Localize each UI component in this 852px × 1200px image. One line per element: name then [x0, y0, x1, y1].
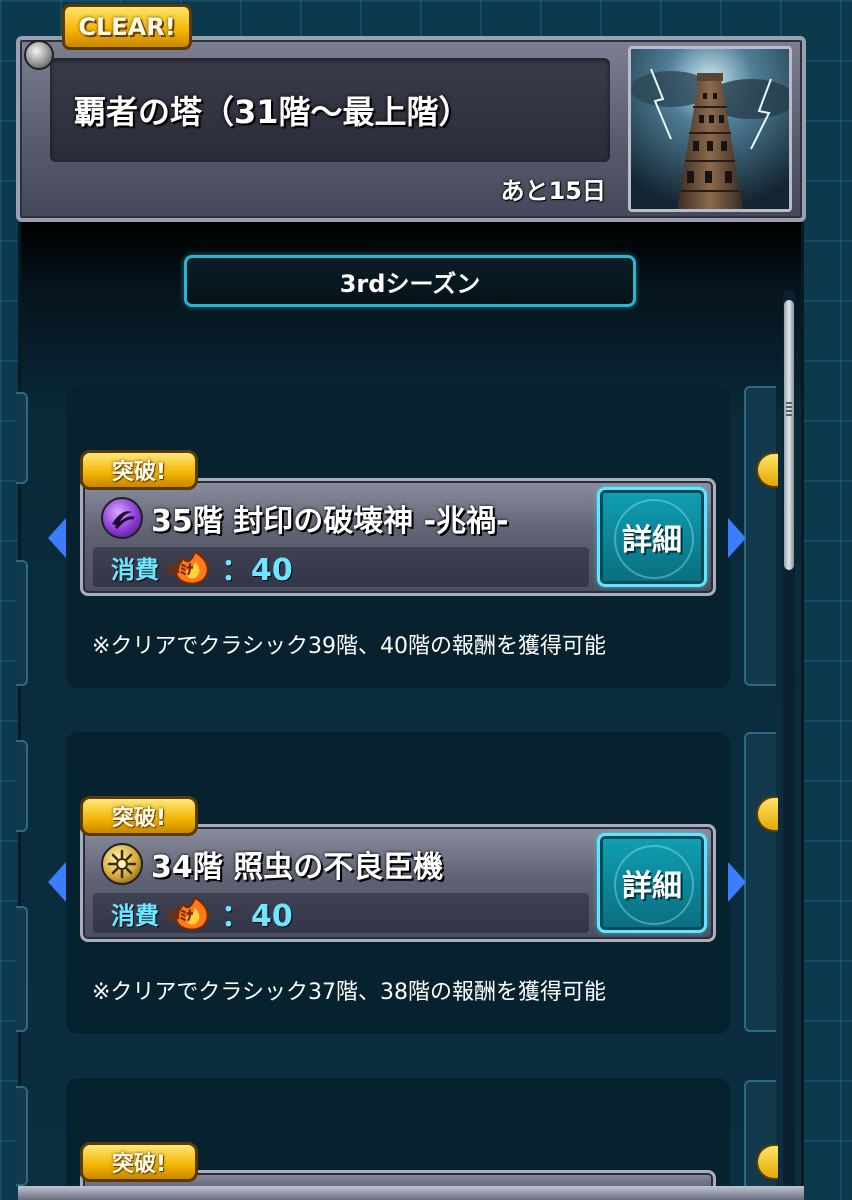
season-label-box: 3rdシーズン [184, 255, 636, 307]
quest-list-panel [18, 222, 804, 1200]
quest-banner[interactable]: 35階 封印の破壊神 -兆禍- 消費 ｽﾀﾐﾅ ：40 詳細 [80, 478, 716, 596]
remaining-days: あと15日 [500, 177, 606, 205]
breakout-badge: 突破! [80, 796, 198, 836]
breakout-badge: 突破! [80, 450, 198, 490]
prev-card-edge [16, 560, 28, 686]
light-element-icon [101, 843, 143, 885]
detail-button[interactable]: 詳細 [597, 487, 707, 587]
stamina-cost-row: 消費 ｽﾀﾐﾅ ：40 [93, 893, 589, 934]
quest-name: 35階 封印の破壊神 -兆禍- [151, 504, 509, 539]
scrollbar-grip-icon [786, 402, 792, 416]
title-box: 覇者の塔（31階～最上階） [50, 58, 610, 162]
reward-note: ※クリアでクラシック37階、38階の報酬を獲得可能 [92, 980, 606, 1005]
stamina-cost-row: 消費 ｽﾀﾐﾅ ：40 [93, 547, 589, 588]
nav-right-arrow-icon[interactable] [728, 862, 746, 902]
stamina-flame-icon: ｽﾀﾐﾅ [165, 550, 215, 584]
prev-card-edge [16, 740, 28, 832]
tower-illustration [631, 49, 789, 209]
quest-name: 34階 照虫の不良臣機 [151, 850, 444, 885]
quest-banner[interactable]: 34階 照虫の不良臣機 消費 ｽﾀﾐﾅ ：40 詳細 [80, 824, 716, 942]
stamina-label: 消費 [111, 555, 159, 584]
prev-card-edge [16, 392, 28, 484]
tower-lightning-image [628, 46, 792, 212]
dark-element-icon [101, 497, 143, 539]
prev-card-edge [16, 1086, 28, 1186]
stamina-value: ：40 [221, 553, 293, 588]
detail-button-label: 詳細 [622, 523, 682, 558]
nav-right-arrow-icon[interactable] [728, 518, 746, 558]
scrollbar-thumb[interactable] [784, 300, 794, 570]
page-title: 覇者の塔（31階～最上階） [74, 93, 471, 131]
header-pin-icon [24, 40, 54, 70]
detail-button[interactable]: 詳細 [597, 833, 707, 933]
quest-header: 覇者の塔（31階～最上階） あと15日 [16, 36, 806, 222]
detail-button-label: 詳細 [622, 869, 682, 904]
bottom-frame-edge [18, 1186, 804, 1200]
quest-name-row: 34階 照虫の不良臣機 [101, 839, 581, 889]
quest-name-row: 35階 封印の破壊神 -兆禍- [101, 493, 581, 543]
stamina-flame-icon: ｽﾀﾐﾅ [165, 896, 215, 930]
breakout-badge: 突破! [80, 1142, 198, 1182]
stamina-icon-text: ｽﾀﾐﾅ [167, 909, 194, 924]
nav-left-arrow-icon[interactable] [48, 518, 66, 558]
next-card-edge [744, 1080, 778, 1190]
prev-card-edge [16, 906, 28, 1032]
next-card-badge [756, 1144, 778, 1180]
next-card-badge [756, 452, 778, 488]
clear-badge: CLEAR! [62, 4, 192, 50]
stamina-label: 消費 [111, 901, 159, 930]
nav-left-arrow-icon[interactable] [48, 862, 66, 902]
reward-note: ※クリアでクラシック39階、40階の報酬を獲得可能 [92, 634, 606, 659]
next-card-edge [744, 386, 778, 686]
stamina-value: ：40 [221, 899, 293, 934]
stamina-icon-text: ｽﾀﾐﾅ [167, 563, 194, 578]
next-card-edge [744, 732, 778, 1032]
next-card-badge [756, 796, 778, 832]
